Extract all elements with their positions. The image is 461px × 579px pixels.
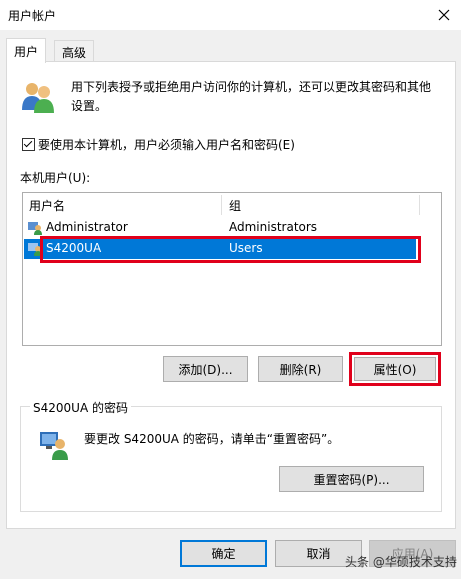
- column-separator[interactable]: [419, 195, 420, 215]
- add-user-button[interactable]: 添加(D)...: [163, 356, 248, 382]
- user-icon: [28, 222, 42, 235]
- window-title: 用户帐户: [8, 9, 57, 23]
- reset-password-label: 重置密码(P)...: [313, 472, 390, 487]
- tab-advanced-label: 高级: [62, 45, 87, 60]
- remove-user-label: 删除(R): [279, 362, 322, 377]
- remove-user-button[interactable]: 删除(R): [258, 356, 343, 382]
- password-groupbox: [20, 406, 442, 512]
- tab-users[interactable]: 用户: [6, 38, 47, 63]
- list-item[interactable]: Administrator Administrators: [24, 218, 416, 238]
- properties-label: 属性(O): [373, 362, 417, 377]
- column-header-group[interactable]: 组: [229, 194, 241, 216]
- cancel-label: 取消: [306, 547, 331, 561]
- info-text-line2: 设置。: [71, 99, 108, 113]
- ok-button[interactable]: 确定: [180, 540, 267, 567]
- password-user-icon: [40, 432, 68, 460]
- ok-label: 确定: [211, 547, 236, 561]
- user-group: Administrators: [229, 220, 318, 234]
- users-icon: [22, 83, 54, 113]
- properties-button[interactable]: 属性(O): [354, 357, 436, 381]
- close-icon: [438, 9, 450, 21]
- close-button[interactable]: [430, 1, 458, 29]
- require-password-label: 要使用本计算机，用户必须输入用户名和密码(E): [38, 138, 295, 152]
- info-text-line1: 用下列表授予或拒绝用户访问你的计算机，还可以更改其密码和其他: [71, 80, 432, 94]
- column-header-username[interactable]: 用户名: [29, 194, 65, 216]
- tab-users-label: 用户: [14, 44, 39, 59]
- highlight-box: [40, 236, 421, 263]
- password-groupbox-title: S4200UA 的密码: [30, 399, 131, 416]
- watermark: 头条 @华硕技术支持: [345, 555, 457, 569]
- tab-advanced[interactable]: 高级: [54, 40, 95, 63]
- local-users-label: 本机用户(U):: [20, 171, 91, 185]
- user-name: Administrator: [46, 220, 128, 234]
- title-bar: [0, 0, 461, 30]
- require-password-checkbox[interactable]: [22, 138, 35, 151]
- info-text: 用下列表授予或拒绝用户访问你的计算机，还可以更改其密码和其他 设置。: [71, 78, 441, 116]
- reset-password-button[interactable]: 重置密码(P)...: [279, 466, 424, 492]
- column-separator[interactable]: [221, 195, 222, 215]
- users-list[interactable]: 用户名 组 Administrator Administrators S4200…: [22, 192, 442, 346]
- password-instruction: 要更改 S4200UA 的密码，请单击“重置密码”。: [84, 432, 340, 446]
- add-user-label: 添加(D)...: [178, 362, 233, 377]
